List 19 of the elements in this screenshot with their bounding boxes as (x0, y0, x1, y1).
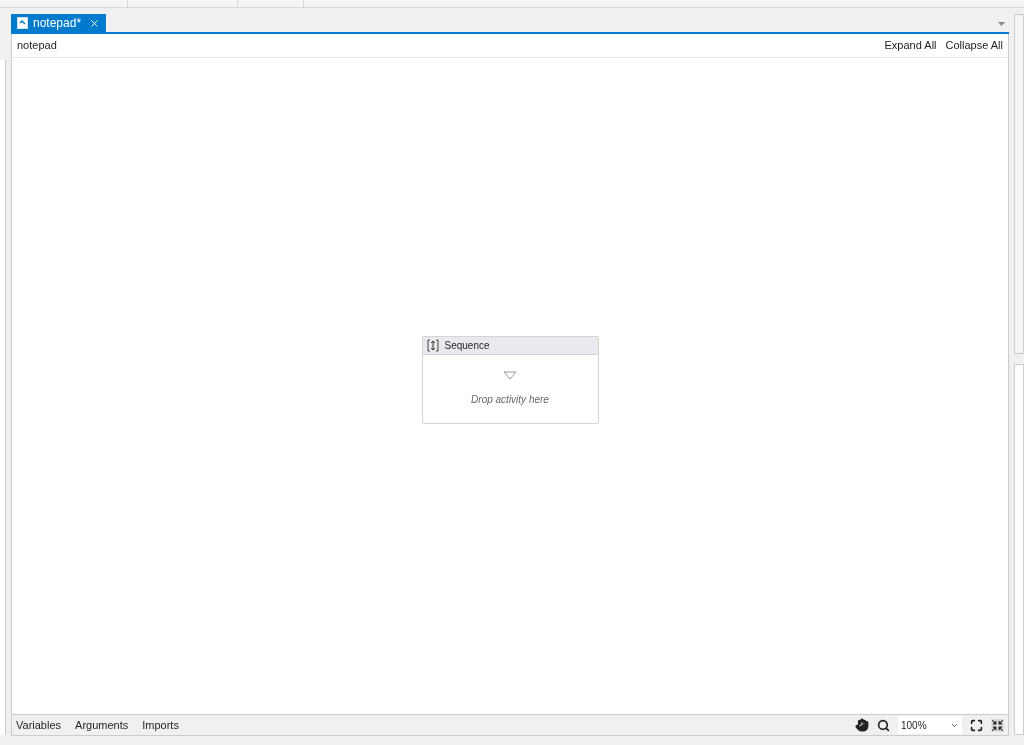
fit-to-screen-icon[interactable] (970, 718, 983, 732)
dropdown-caret-icon (998, 22, 1005, 26)
designer-panel-tab[interactable]: Arguments (75, 716, 129, 734)
drop-target-triangle-icon (503, 371, 517, 380)
sequence-activity-card[interactable]: Sequence Drop activity here (421, 336, 599, 424)
sequence-icon (426, 339, 439, 352)
document-tab[interactable]: notepad* (11, 14, 107, 32)
breadcrumb[interactable]: notepad (17, 37, 57, 54)
close-icon (89, 17, 101, 29)
reset-zoom-icon[interactable] (991, 718, 1004, 732)
header-action-link[interactable]: Collapse All (945, 37, 1003, 54)
zoom-search-icon[interactable] (877, 718, 890, 732)
pan-hand-icon[interactable] (855, 718, 869, 732)
drop-hint: Drop activity here (471, 393, 549, 407)
activity-title: Sequence (444, 339, 490, 353)
zoom-dropdown[interactable]: 100% (898, 716, 962, 734)
header-action-link[interactable]: Expand All (884, 37, 937, 54)
designer-panel-tab[interactable]: Imports (142, 716, 179, 734)
designer-panel-tab[interactable]: Variables (16, 716, 62, 734)
